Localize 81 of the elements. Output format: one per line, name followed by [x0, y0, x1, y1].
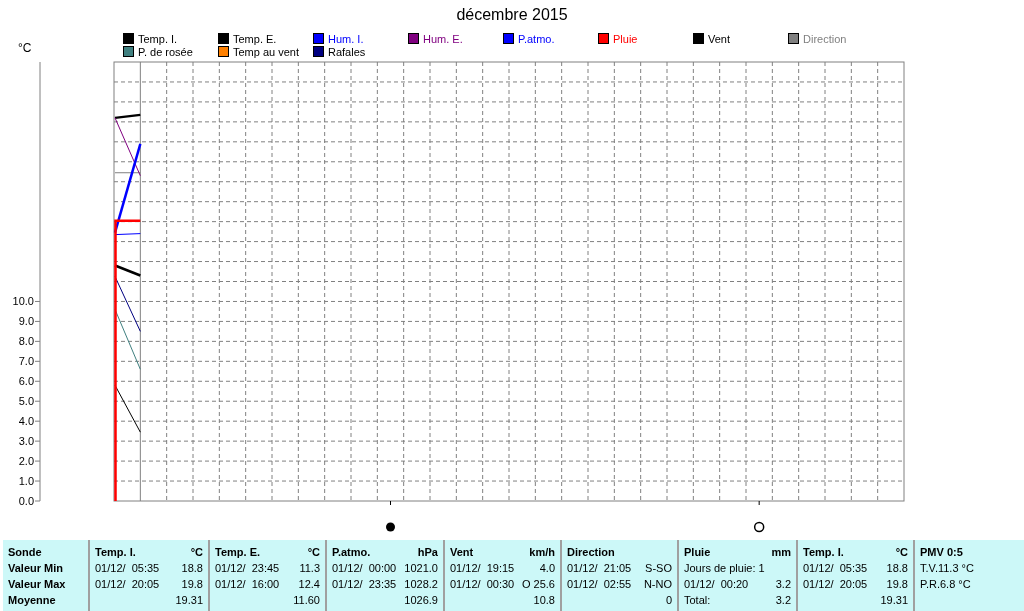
- legend-label: P.atmo.: [518, 32, 555, 45]
- legend-label: Direction: [803, 32, 847, 45]
- table-cell: 1026.9: [404, 594, 438, 606]
- column-header: Temp. E.: [215, 546, 261, 558]
- table-cell: Jours de pluie: 1: [684, 562, 765, 574]
- table-cell: 01/12/ 00:00: [332, 562, 397, 574]
- table-cell: 19.31: [175, 594, 203, 606]
- table-cell: 1028.2: [404, 578, 438, 590]
- unit-label: °C: [307, 546, 320, 558]
- new-moon-icon: [386, 522, 395, 532]
- column-header: Vent: [450, 546, 474, 558]
- table-cell: 19.8: [886, 578, 908, 590]
- axis-unit: °C: [18, 41, 32, 55]
- table-cell: 01/12/ 16:00: [215, 578, 280, 590]
- table-cell: 0: [665, 594, 672, 606]
- table-cell: 01/12/ 20:05: [803, 578, 868, 590]
- legend-label: Temp au vent: [233, 45, 300, 58]
- table-cell: 1021.0: [404, 562, 438, 574]
- column-header: PMV 0:5: [920, 546, 963, 558]
- unit-label: °C: [895, 546, 908, 558]
- table-cell: 18.8: [181, 562, 203, 574]
- column-header: Direction: [567, 546, 615, 558]
- table-cell: 4.0: [539, 562, 555, 574]
- table-cell: 01/12/ 05:35: [95, 562, 160, 574]
- table-cell: 11.3: [299, 562, 320, 574]
- table-cell: 01/12/ 00:20: [684, 578, 749, 590]
- full-moon-icon: [753, 521, 765, 533]
- y-tick-label: 10.0: [12, 295, 34, 308]
- table-cell: 3.2: [775, 594, 791, 606]
- y-tick-label: 9.0: [18, 315, 34, 328]
- table-cell: 01/12/ 05:35: [803, 562, 868, 574]
- table-cell: S-SO: [645, 562, 672, 574]
- table-cell: 19.31: [880, 594, 908, 606]
- chart-title: décembre 2015: [456, 6, 568, 24]
- table-cell: 01/12/ 23:35: [332, 578, 397, 590]
- table-cell: 3.2: [775, 578, 791, 590]
- legend-label: Rafales: [328, 45, 366, 58]
- table-cell: 01/12/ 20:05: [95, 578, 160, 590]
- column-header: P.atmo.: [332, 546, 371, 558]
- table-cell: 11.60: [293, 594, 320, 606]
- y-tick-label: 6.0: [18, 375, 34, 388]
- unit-label: °C: [190, 546, 203, 558]
- y-tick-label: 2.0: [18, 455, 34, 468]
- table-cell: 01/12/ 00:30: [450, 578, 515, 590]
- unit-label: km/h: [529, 546, 555, 558]
- column-header: Pluie: [684, 546, 711, 558]
- legend-label: Temp. E.: [233, 32, 277, 45]
- table-cell: N-NO: [643, 578, 672, 590]
- table-cell: 01/12/ 19:15: [450, 562, 515, 574]
- legend-label: Hum. E.: [423, 32, 463, 45]
- y-tick-label: 0.0: [18, 495, 34, 507]
- y-tick-label: 7.0: [18, 355, 34, 368]
- table-cell: P.R.6.8 °C: [920, 578, 971, 590]
- row-label: Valeur Max: [8, 578, 66, 590]
- legend-label: Hum. I.: [328, 32, 364, 45]
- table-cell: 19.8: [181, 578, 203, 590]
- table-cell: T.V.11.3 °C: [920, 562, 974, 574]
- y-tick-label: 8.0: [18, 335, 34, 348]
- y-tick-label: 3.0: [18, 435, 34, 448]
- legend-label: Pluie: [613, 32, 638, 45]
- table-cell: 01/12/ 02:55: [567, 578, 632, 590]
- row-label: Sonde: [8, 546, 42, 558]
- legend-label: Vent: [708, 32, 731, 45]
- table-cell: Total:: [684, 594, 711, 606]
- y-tick-label: 5.0: [18, 395, 34, 408]
- table-cell: O 25.6: [521, 578, 555, 590]
- column-header: Temp. I.: [803, 546, 844, 558]
- unit-label: mm: [771, 546, 791, 558]
- table-cell: 10.8: [533, 594, 555, 606]
- row-label: Moyenne: [8, 594, 56, 606]
- table-cell: 01/12/ 23:45: [215, 562, 280, 574]
- column-header: Temp. I.: [95, 546, 136, 558]
- table-cell: 18.8: [886, 562, 908, 574]
- y-tick-label: 1.0: [18, 475, 34, 488]
- table-cell: 01/12/ 21:05: [567, 562, 632, 574]
- row-label: Valeur Min: [8, 562, 64, 574]
- unit-label: hPa: [417, 546, 438, 558]
- y-tick-label: 4.0: [18, 415, 34, 428]
- table-cell: 12.4: [298, 578, 320, 590]
- legend-label: Temp. I.: [138, 32, 178, 45]
- legend-label: P. de rosée: [138, 45, 193, 58]
